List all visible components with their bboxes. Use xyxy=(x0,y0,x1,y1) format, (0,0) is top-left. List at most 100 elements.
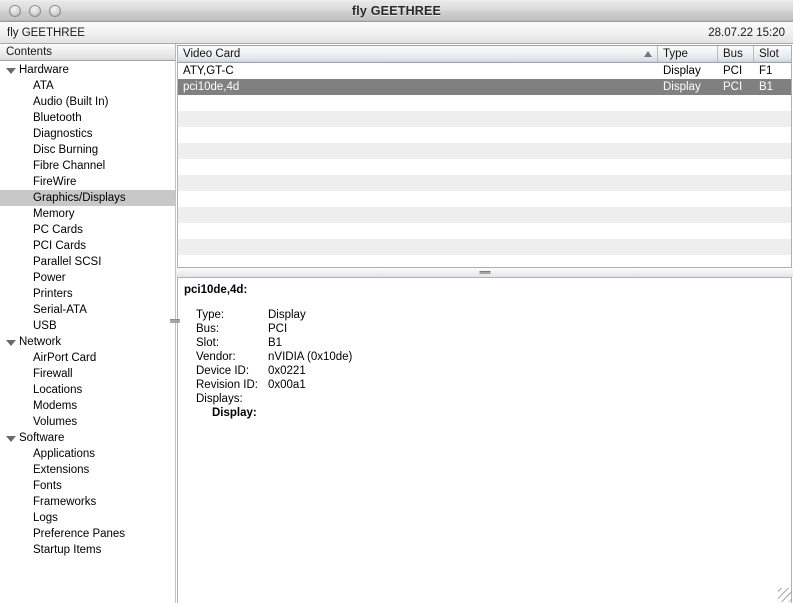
minimize-button[interactable] xyxy=(29,5,41,17)
close-button[interactable] xyxy=(9,5,21,17)
detail-field-value: 0x00a1 xyxy=(268,379,306,391)
detail-title: pci10de,4d: xyxy=(184,284,248,296)
sidebar-item-label: ATA xyxy=(33,80,54,92)
sidebar-item-label: Locations xyxy=(33,384,83,396)
detail-field-key: Revision ID: xyxy=(196,379,258,391)
sidebar-item-fibre-channel[interactable]: Fibre Channel xyxy=(0,158,175,174)
right-column: Video Card Type Bus Slot ATY,GT-C Display PCI… xyxy=(176,44,793,603)
sidebar-item-label: Graphics/Displays xyxy=(33,192,126,204)
sidebar-item-label: Printers xyxy=(33,288,73,300)
disclosure-triangle-down-icon[interactable] xyxy=(6,340,16,346)
sidebar-item-audio-built-in[interactable]: Audio (Built In) xyxy=(0,94,175,110)
sidebar-item-usb[interactable]: USB xyxy=(0,318,175,334)
sidebar-item-label: Memory xyxy=(33,208,75,220)
sidebar-item-label: FireWire xyxy=(33,176,77,188)
sidebar-item-preference-panes[interactable]: Preference Panes xyxy=(0,526,175,542)
cell-name: ATY,GT-C xyxy=(183,65,234,77)
sidebar-item-memory[interactable]: Memory xyxy=(0,206,175,222)
table-row-empty[interactable] xyxy=(178,175,791,191)
table-row-empty[interactable] xyxy=(178,111,791,127)
sidebar-item-fonts[interactable]: Fonts xyxy=(0,478,175,494)
sidebar-item-volumes[interactable]: Volumes xyxy=(0,414,175,430)
detail-field-key: Device ID: xyxy=(196,365,250,377)
detail-field: Vendor: nVIDIA (0x10de) xyxy=(184,350,791,364)
column-header-slot[interactable]: Slot xyxy=(754,46,791,62)
sidebar-item-label: Firewall xyxy=(33,368,73,380)
sidebar-item-ata[interactable]: ATA xyxy=(0,78,175,94)
detail-field-value: Display xyxy=(268,309,306,321)
column-header-type[interactable]: Type xyxy=(658,46,718,62)
sidebar-item-printers[interactable]: Printers xyxy=(0,286,175,302)
disclosure-triangle-down-icon[interactable] xyxy=(6,68,16,74)
sidebar-item-firewall[interactable]: Firewall xyxy=(0,366,175,382)
table-row-empty[interactable] xyxy=(178,239,791,255)
sidebar-item-modems[interactable]: Modems xyxy=(0,398,175,414)
sidebar-item-label: Modems xyxy=(33,400,78,412)
sidebar-item-hardware[interactable]: Hardware xyxy=(0,62,175,78)
sidebar-item-diagnostics[interactable]: Diagnostics xyxy=(0,126,175,142)
table-row-empty[interactable] xyxy=(178,223,791,239)
sidebar-item-airport-card[interactable]: AirPort Card xyxy=(0,350,175,366)
sidebar-item-label: PC Cards xyxy=(33,224,83,236)
detail-field-value: nVIDIA (0x10de) xyxy=(268,351,353,363)
horizontal-splitter[interactable] xyxy=(176,268,793,277)
sidebar-item-label: Logs xyxy=(33,512,58,524)
sidebar-item-bluetooth[interactable]: Bluetooth xyxy=(0,110,175,126)
sidebar-item-pc-cards[interactable]: PC Cards xyxy=(0,222,175,238)
sidebar-item-label: Audio (Built In) xyxy=(33,96,109,108)
column-header-name[interactable]: Video Card xyxy=(178,46,658,62)
sidebar-item-label: Parallel SCSI xyxy=(33,256,102,268)
table-row[interactable]: pci10de,4d Display PCI B1 xyxy=(178,79,791,95)
video-card-table: Video Card Type Bus Slot ATY,GT-C Display PCI… xyxy=(177,45,792,268)
sidebar-item-label: Extensions xyxy=(33,464,90,476)
sidebar-item-power[interactable]: Power xyxy=(0,270,175,286)
disclosure-triangle-down-icon[interactable] xyxy=(6,436,16,442)
sidebar-item-network[interactable]: Network xyxy=(0,334,175,350)
sidebar-item-parallel-scsi[interactable]: Parallel SCSI xyxy=(0,254,175,270)
column-header-label: Bus xyxy=(723,48,743,60)
sidebar-item-label: Applications xyxy=(33,448,96,460)
sidebar-item-graphics-displays[interactable]: Graphics/Displays xyxy=(0,190,175,206)
table-row-empty[interactable] xyxy=(178,191,791,207)
sidebar-item-serial-ata[interactable]: Serial-ATA xyxy=(0,302,175,318)
table-row-empty[interactable] xyxy=(178,143,791,159)
column-header-bus[interactable]: Bus xyxy=(718,46,754,62)
window-body: Contents Hardware ATA Audio (Built In) Blue… xyxy=(0,44,793,603)
table-row-empty[interactable] xyxy=(178,207,791,223)
cell-slot: F1 xyxy=(759,65,773,77)
table-row-empty[interactable] xyxy=(178,127,791,143)
sort-ascending-icon xyxy=(644,51,652,57)
table-row[interactable]: ATY,GT-C Display PCI F1 xyxy=(178,63,791,79)
vertical-splitter-grip[interactable] xyxy=(170,316,180,326)
sidebar-item-logs[interactable]: Logs xyxy=(0,510,175,526)
cell-name: pci10de,4d xyxy=(183,81,240,93)
sidebar-item-disc-burning[interactable]: Disc Burning xyxy=(0,142,175,158)
sidebar-item-software[interactable]: Software xyxy=(0,430,175,446)
detail-pane: pci10de,4d: Type: Display Bus: PCI Slot: B1 Ve… xyxy=(177,277,792,603)
table-body[interactable]: ATY,GT-C Display PCI F1 pci10de,4d Display PCI… xyxy=(178,63,791,267)
table-row-empty[interactable] xyxy=(178,95,791,111)
sidebar-item-label: Disc Burning xyxy=(33,144,99,156)
sidebar-item-firewire[interactable]: FireWire xyxy=(0,174,175,190)
sidebar-item-locations[interactable]: Locations xyxy=(0,382,175,398)
sidebar-item-label: Serial-ATA xyxy=(33,304,87,316)
sidebar-item-pci-cards[interactable]: PCI Cards xyxy=(0,238,175,254)
zoom-button[interactable] xyxy=(49,5,61,17)
detail-field-key: Vendor: xyxy=(196,351,236,363)
table-row-empty[interactable] xyxy=(178,159,791,175)
sidebar-item-label: Diagnostics xyxy=(33,128,93,140)
sidebar-item-label: PCI Cards xyxy=(33,240,87,252)
sidebar-item-label: AirPort Card xyxy=(33,352,97,364)
sidebar-item-applications[interactable]: Applications xyxy=(0,446,175,462)
sidebar-item-extensions[interactable]: Extensions xyxy=(0,462,175,478)
sidebar-item-startup-items[interactable]: Startup Items xyxy=(0,542,175,558)
cell-type: Display xyxy=(663,81,701,93)
sidebar-item-frameworks[interactable]: Frameworks xyxy=(0,494,175,510)
window-title: fly GEETHREE xyxy=(351,3,442,18)
display-sublabel-text: Display: xyxy=(212,407,257,419)
detail-display-sublabel: Display: xyxy=(184,406,791,420)
sidebar-tree[interactable]: Hardware ATA Audio (Built In) Bluetooth Diag… xyxy=(0,61,176,603)
table-row-empty[interactable] xyxy=(178,255,791,267)
horizontal-splitter-grip[interactable] xyxy=(479,269,490,276)
column-header-label: Type xyxy=(663,48,688,60)
